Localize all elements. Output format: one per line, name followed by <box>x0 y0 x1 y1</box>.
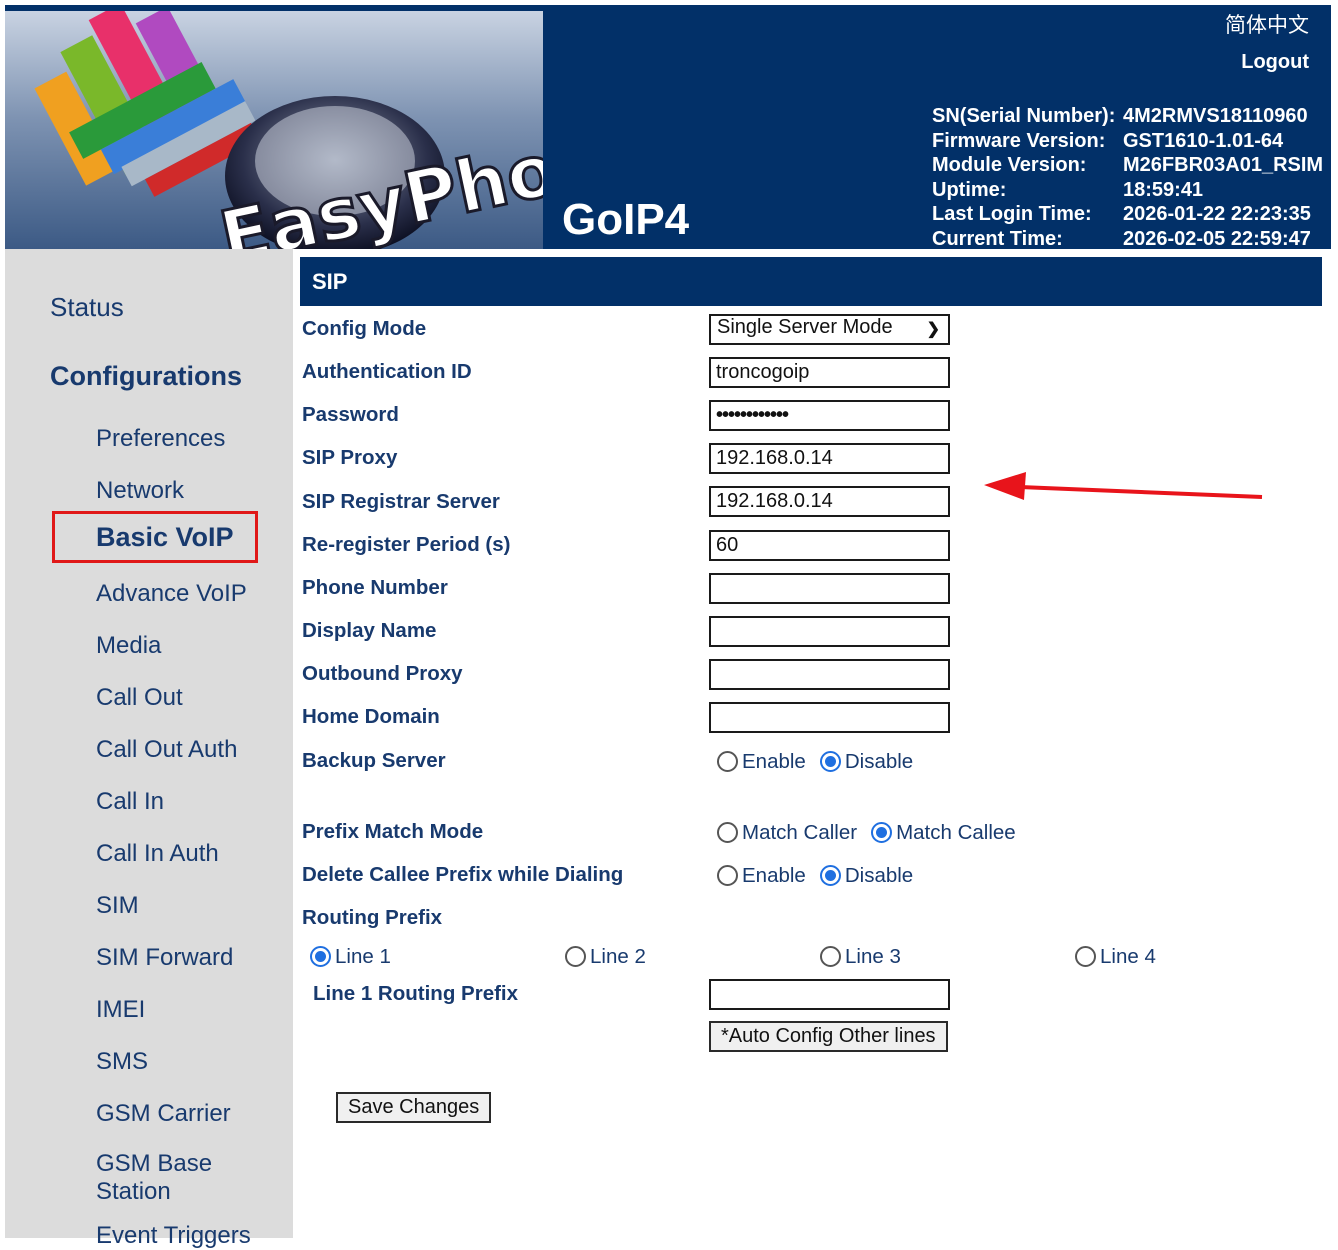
label-phone-number: Phone Number <box>302 576 448 599</box>
language-link[interactable]: 简体中文 <box>1225 9 1309 39</box>
delete-prefix-radios: Enable Disable <box>717 864 913 888</box>
password-input[interactable] <box>709 400 950 431</box>
radio-match-callee[interactable] <box>871 821 893 843</box>
radio-line-3[interactable] <box>820 945 841 967</box>
header-banner: EasyPhone GoIP4 简体中文 Logout SN(Serial Nu… <box>5 5 1331 249</box>
save-changes-button[interactable]: Save Changes <box>336 1092 492 1123</box>
sidebar-item-imei[interactable]: IMEI <box>96 996 145 1024</box>
info-value: 4M2RMVS18110960 <box>1123 105 1308 127</box>
section-header-sip: SIP <box>300 257 1322 306</box>
info-value: 2026-01-22 22:23:35 <box>1123 203 1311 225</box>
info-value: 2026-02-05 22:59:47 <box>1123 227 1311 250</box>
label-line-routing-prefix: Line 1 Routing Prefix <box>313 982 519 1005</box>
auto-config-button[interactable]: *Auto Config Other lines <box>709 1021 948 1052</box>
sidebar-item-sim[interactable]: SIM <box>96 892 139 920</box>
radio-label: Line 1 <box>335 945 391 968</box>
label-authentication-id: Authentication ID <box>302 360 472 383</box>
label-prefix-match-mode: Prefix Match Mode <box>302 820 484 843</box>
sidebar: Status Configurations Preferences Networ… <box>5 249 293 1249</box>
radio-label: Line 3 <box>845 945 901 968</box>
sidebar-item-sms[interactable]: SMS <box>96 1048 148 1076</box>
line-1-radio: Line 1 <box>310 945 391 969</box>
chevron-down-icon: ❯ <box>926 321 940 338</box>
info-value: 18:59:41 <box>1123 178 1204 201</box>
routing-prefix-input[interactable] <box>709 979 950 1010</box>
sidebar-item-sim-forward[interactable]: SIM Forward <box>96 944 233 972</box>
info-value: M26FBR03A01_RSIM <box>1123 154 1324 176</box>
label-routing-prefix: Routing Prefix <box>302 906 443 929</box>
label-password: Password <box>302 403 399 426</box>
prefix-match-radios: Match Caller Match Callee <box>717 821 1016 845</box>
radio-line-1[interactable] <box>310 945 331 967</box>
sidebar-item-advance-voip[interactable]: Advance VoIP <box>96 580 247 608</box>
radio-disable[interactable] <box>819 750 841 772</box>
sip-proxy-input[interactable] <box>709 443 950 474</box>
label-outbound-proxy: Outbound Proxy <box>302 662 463 685</box>
radio-enable[interactable] <box>717 750 738 772</box>
select-value: Single Server Mode <box>717 316 893 338</box>
backup-server-radios: Enable Disable <box>717 750 913 774</box>
sidebar-item-gsm-base-station[interactable]: GSM Base Station <box>96 1150 256 1206</box>
sidebar-item-network[interactable]: Network <box>96 477 184 505</box>
info-key: SN(Serial Number): <box>932 105 1116 127</box>
radio-label: Match Caller <box>742 821 858 844</box>
label-home-domain: Home Domain <box>302 705 440 728</box>
system-info: SN(Serial Number): 4M2RMVS18110960 Firmwa… <box>932 104 1323 249</box>
info-key: Uptime: <box>932 178 1007 201</box>
info-key: Firmware Version: <box>932 129 1106 152</box>
display-name-input[interactable] <box>709 616 950 647</box>
radio-label: Match Callee <box>896 821 1016 844</box>
sidebar-item-event-triggers[interactable]: Event Triggers <box>96 1222 251 1250</box>
line-3-radio: Line 3 <box>820 945 901 969</box>
info-key: Last Login Time: <box>932 203 1092 225</box>
reregister-period-input[interactable] <box>709 530 950 561</box>
line-4-radio: Line 4 <box>1075 945 1156 969</box>
authentication-id-input[interactable] <box>709 357 950 388</box>
radio-label: Enable <box>742 864 806 887</box>
sidebar-item-call-in-auth[interactable]: Call In Auth <box>96 840 219 868</box>
annotation-arrow <box>984 472 1263 500</box>
radio-label: Disable <box>844 864 914 887</box>
sidebar-item-call-out-auth[interactable]: Call Out Auth <box>96 736 237 764</box>
radio-label: Line 2 <box>590 945 646 968</box>
sidebar-item-basic-voip[interactable]: Basic VoIP <box>52 511 258 563</box>
home-domain-input[interactable] <box>709 702 950 733</box>
radio-label: Enable <box>742 750 806 773</box>
label-backup-server: Backup Server <box>302 749 446 772</box>
product-name: GoIP4 <box>562 195 690 244</box>
radio-disable[interactable] <box>819 864 841 886</box>
radio-match-caller[interactable] <box>717 821 738 843</box>
radio-line-2[interactable] <box>565 945 586 967</box>
line-2-radio: Line 2 <box>565 945 646 969</box>
label-config-mode: Config Mode <box>302 317 427 340</box>
info-value: GST1610-1.01-64 <box>1123 129 1284 152</box>
nav-status[interactable]: Status <box>50 292 124 323</box>
label-delete-callee-prefix: Delete Callee Prefix while Dialing <box>302 863 624 886</box>
radio-label: Line 4 <box>1100 945 1156 968</box>
radio-label: Disable <box>844 750 914 773</box>
sidebar-item-gsm-carrier[interactable]: GSM Carrier <box>96 1100 231 1128</box>
radio-line-4[interactable] <box>1075 945 1096 967</box>
label-reregister-period: Re-register Period (s) <box>302 533 511 556</box>
label-display-name: Display Name <box>302 619 437 642</box>
easyphone-logo: EasyPhone <box>5 11 543 249</box>
radio-enable[interactable] <box>717 864 738 886</box>
label-sip-proxy: SIP Proxy <box>302 446 398 469</box>
config-mode-select[interactable]: Single Server Mode ❯ <box>709 314 950 345</box>
sidebar-item-call-out[interactable]: Call Out <box>96 684 183 712</box>
label-sip-registrar: SIP Registrar Server <box>302 490 500 513</box>
sip-registrar-input[interactable] <box>709 486 950 517</box>
outbound-proxy-input[interactable] <box>709 659 950 690</box>
nav-configurations[interactable]: Configurations <box>50 361 242 392</box>
info-key: Module Version: <box>932 154 1087 176</box>
sidebar-item-call-in[interactable]: Call In <box>96 788 164 816</box>
info-key: Current Time: <box>932 227 1063 250</box>
sidebar-item-media[interactable]: Media <box>96 632 161 660</box>
section-title: SIP <box>312 269 348 294</box>
phone-number-input[interactable] <box>709 573 950 604</box>
logout-link[interactable]: Logout <box>1241 51 1309 74</box>
sidebar-item-preferences[interactable]: Preferences <box>96 425 225 453</box>
